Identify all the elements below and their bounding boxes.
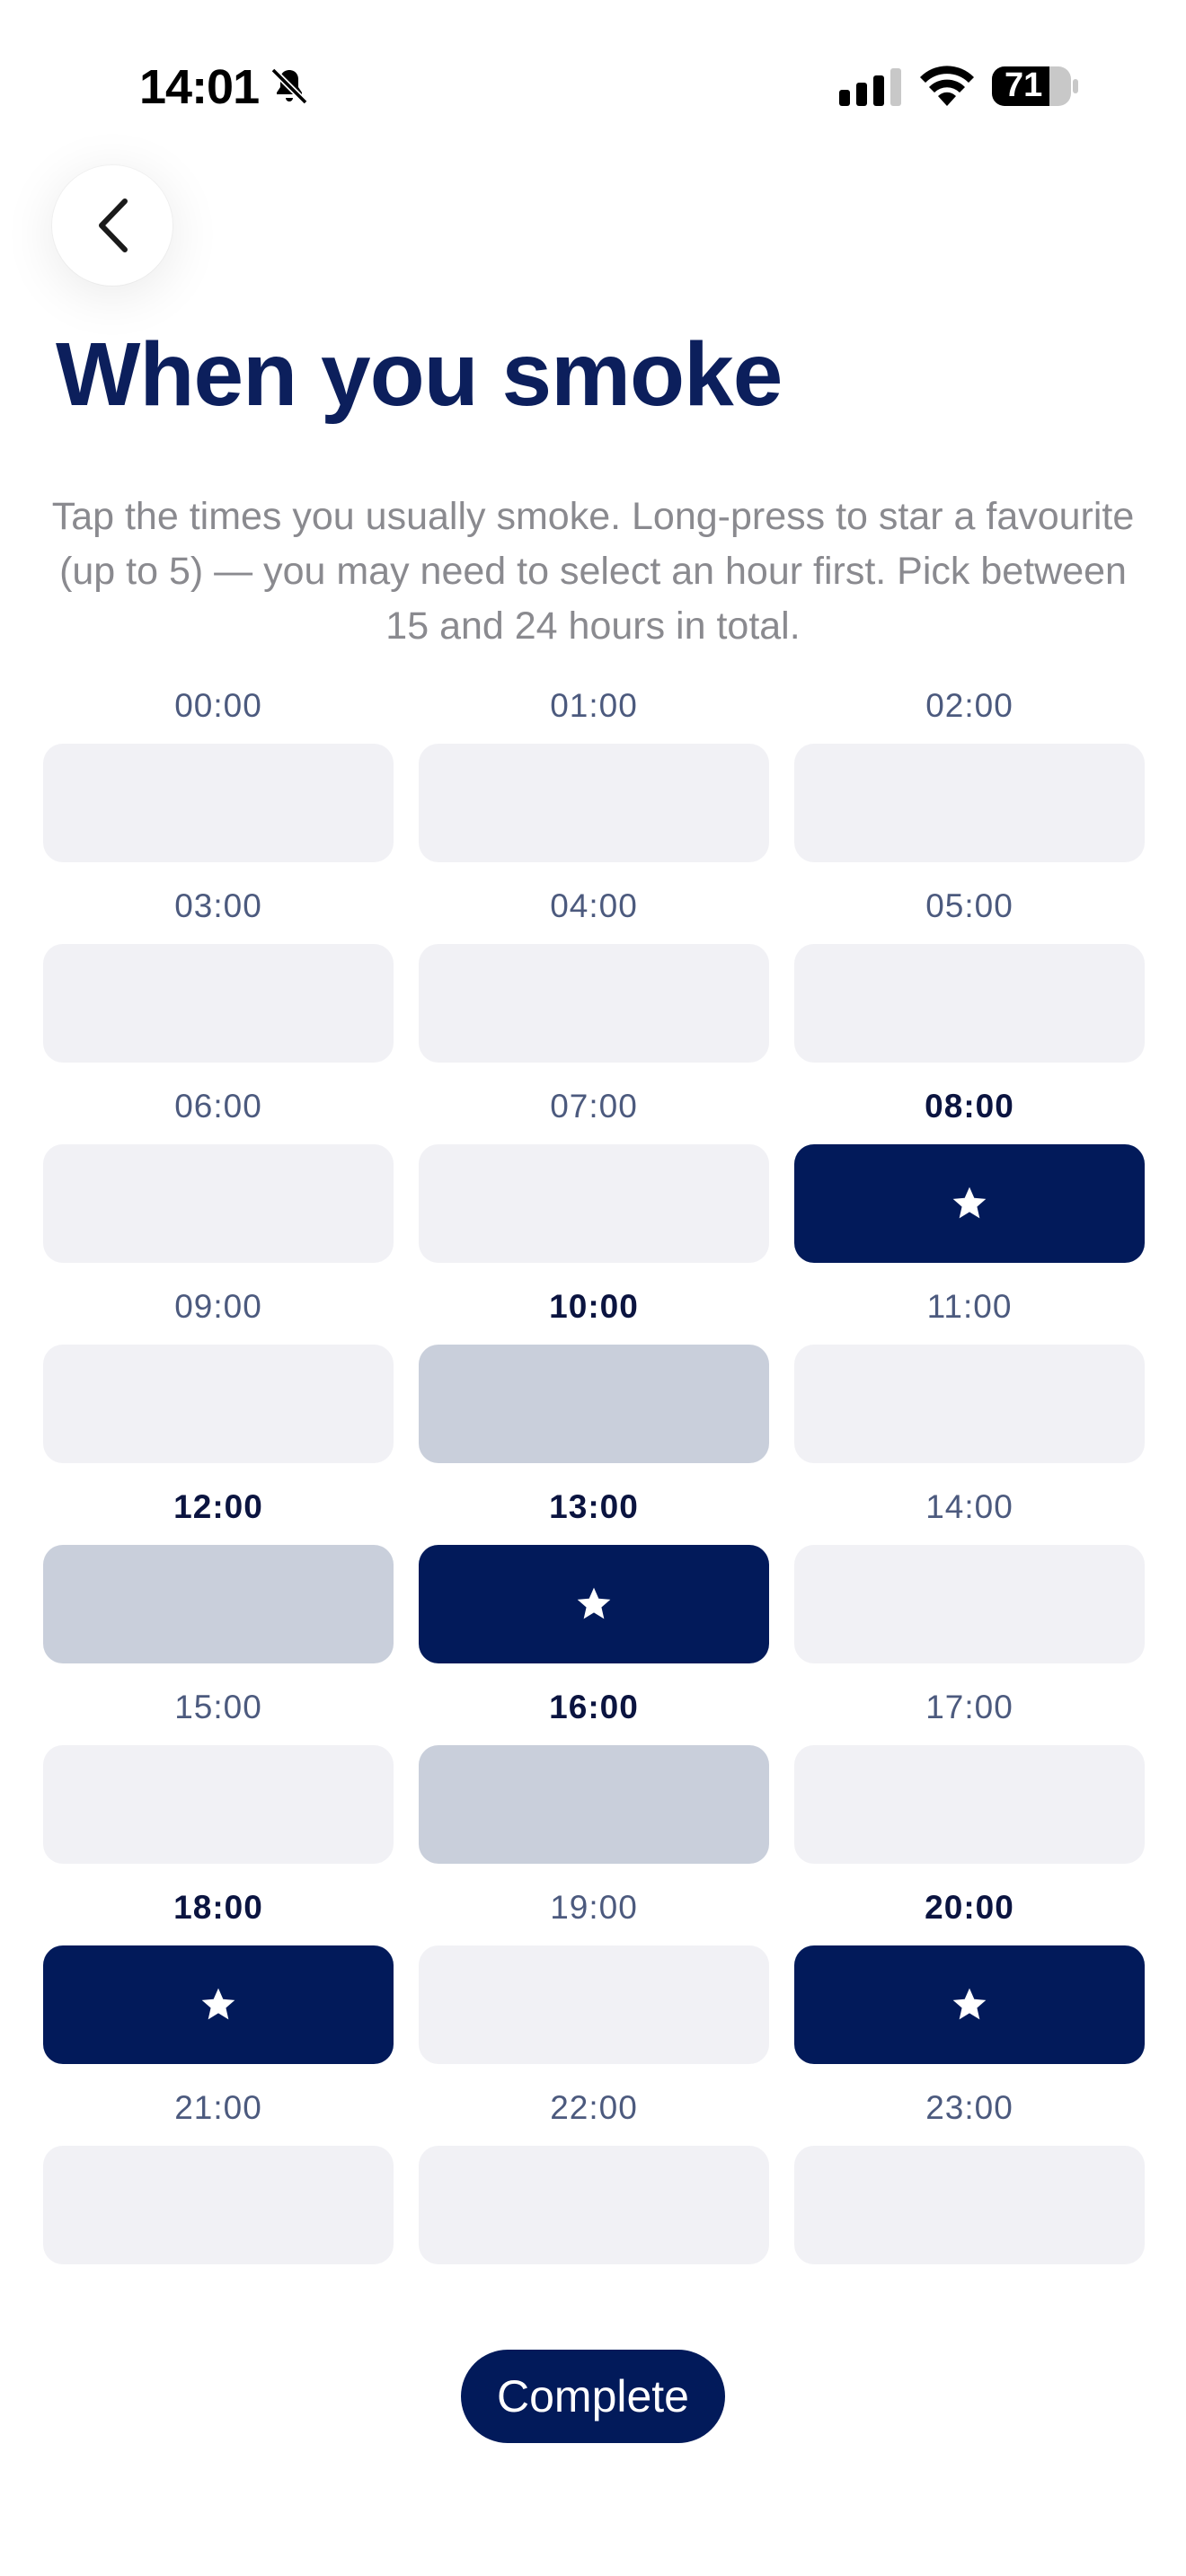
hour-slot: 01:00 (419, 684, 769, 885)
hour-label: 19:00 (550, 1889, 638, 1926)
hour-slot: 18:00 (43, 1886, 394, 2086)
hour-toggle[interactable] (794, 1945, 1145, 2064)
hour-slot: 10:00 (419, 1285, 769, 1486)
hour-slot: 02:00 (794, 684, 1145, 885)
hour-label: 03:00 (174, 887, 262, 924)
hour-toggle[interactable] (419, 1144, 769, 1263)
hour-label: 06:00 (174, 1088, 262, 1125)
star-icon (952, 1187, 987, 1219)
hour-toggle[interactable] (794, 744, 1145, 862)
hour-slot: 11:00 (794, 1285, 1145, 1486)
hour-label: 09:00 (174, 1288, 262, 1325)
hour-toggle[interactable] (419, 1545, 769, 1663)
complete-button[interactable]: Complete (461, 2350, 725, 2443)
hour-label: 07:00 (550, 1088, 638, 1125)
hour-label: 20:00 (925, 1889, 1014, 1926)
hour-toggle[interactable] (794, 1545, 1145, 1663)
wifi-icon (920, 66, 974, 106)
bell-slash-icon (270, 67, 308, 105)
star-icon (952, 1988, 987, 2020)
cellular-signal-icon (839, 68, 901, 106)
hour-toggle[interactable] (794, 944, 1145, 1063)
hour-slot: 04:00 (419, 885, 769, 1085)
hour-label: 15:00 (174, 1689, 262, 1725)
hour-toggle[interactable] (794, 1144, 1145, 1263)
back-button[interactable] (52, 165, 173, 286)
hour-slot: 08:00 (794, 1085, 1145, 1285)
page-title: When you smoke (56, 324, 783, 425)
hour-slot: 16:00 (419, 1686, 769, 1886)
hour-label: 18:00 (173, 1889, 263, 1926)
hour-toggle[interactable] (794, 1745, 1145, 1864)
hour-toggle[interactable] (43, 1345, 394, 1463)
hour-slot: 15:00 (43, 1686, 394, 1886)
hour-label: 21:00 (174, 2089, 262, 2126)
hour-slot: 12:00 (43, 1486, 394, 1686)
instructions-text: Tap the times you usually smoke. Long-pr… (51, 495, 1135, 648)
hour-slot: 20:00 (794, 1886, 1145, 2086)
hour-label: 02:00 (925, 687, 1013, 724)
hour-label: 22:00 (550, 2089, 638, 2126)
hour-label: 11:00 (926, 1288, 1013, 1325)
hour-label: 08:00 (925, 1088, 1014, 1125)
hour-grid: 00:00 01:00 02:00 03:00 04:00 05:00 06:00 07:00… (43, 684, 1145, 2287)
hour-slot: 09:00 (43, 1285, 394, 1486)
hour-toggle[interactable] (43, 1945, 394, 2064)
hour-slot: 05:00 (794, 885, 1145, 1085)
hour-toggle[interactable] (419, 1745, 769, 1864)
hour-toggle[interactable] (43, 1144, 394, 1263)
hour-slot: 22:00 (419, 2086, 769, 2287)
hour-toggle[interactable] (43, 744, 394, 862)
hour-slot: 21:00 (43, 2086, 394, 2287)
hour-slot: 14:00 (794, 1486, 1145, 1686)
hour-label: 00:00 (174, 687, 262, 724)
hour-toggle[interactable] (43, 1745, 394, 1864)
hour-label: 16:00 (549, 1689, 639, 1725)
hour-toggle[interactable] (43, 2146, 394, 2264)
hour-toggle[interactable] (794, 2146, 1145, 2264)
hour-label: 12:00 (173, 1488, 263, 1525)
hour-slot: 06:00 (43, 1085, 394, 1285)
hour-toggle[interactable] (419, 1945, 769, 2064)
hour-slot: 13:00 (419, 1486, 769, 1686)
hour-slot: 19:00 (419, 1886, 769, 2086)
star-icon (201, 1988, 235, 2020)
status-bar: 14:01 71 (0, 0, 1186, 171)
hour-label: 14:00 (925, 1488, 1013, 1525)
battery-level: 71 (1005, 66, 1043, 104)
hour-toggle[interactable] (419, 2146, 769, 2264)
hour-label: 04:00 (550, 887, 638, 924)
star-icon (577, 1587, 611, 1619)
status-time: 14:01 (139, 60, 260, 114)
hour-label: 01:00 (550, 687, 638, 724)
hour-label: 23:00 (925, 2089, 1013, 2126)
hour-slot: 00:00 (43, 684, 394, 885)
chevron-left-icon (99, 198, 128, 252)
hour-slot: 23:00 (794, 2086, 1145, 2287)
hour-label: 10:00 (549, 1288, 639, 1325)
hour-slot: 07:00 (419, 1085, 769, 1285)
hour-label: 13:00 (549, 1488, 639, 1525)
hour-slot: 03:00 (43, 885, 394, 1085)
hour-toggle[interactable] (419, 944, 769, 1063)
hour-label: 17:00 (925, 1689, 1013, 1725)
hour-label: 05:00 (925, 887, 1013, 924)
hour-slot: 17:00 (794, 1686, 1145, 1886)
hour-toggle[interactable] (43, 1545, 394, 1663)
hour-toggle[interactable] (43, 944, 394, 1063)
hour-toggle[interactable] (794, 1345, 1145, 1463)
hour-toggle[interactable] (419, 1345, 769, 1463)
hour-toggle[interactable] (419, 744, 769, 862)
